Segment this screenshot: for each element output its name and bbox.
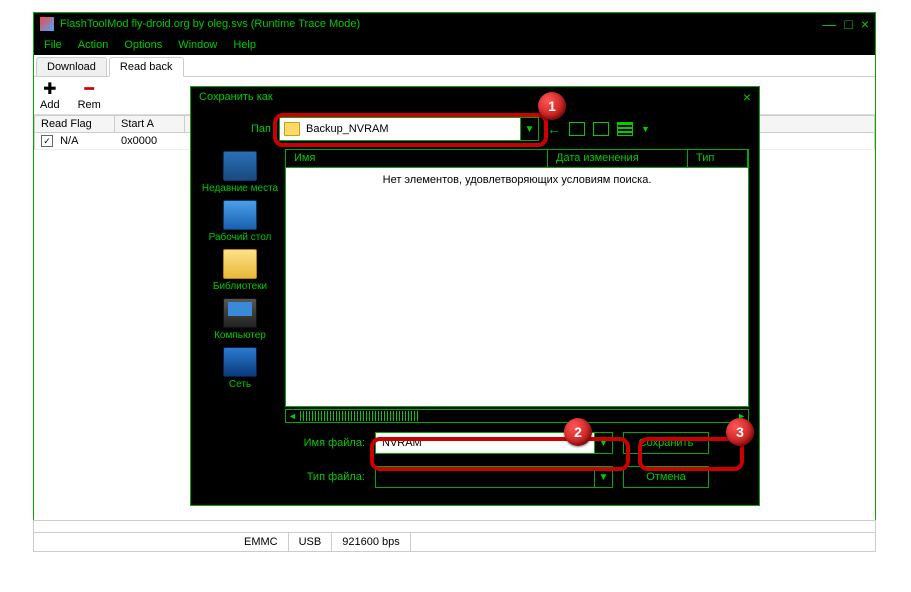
chevron-down-icon[interactable]: ▼	[594, 467, 612, 487]
minimize-button[interactable]: —	[822, 16, 836, 32]
sidebar-computer[interactable]: Компьютер	[214, 298, 266, 341]
tab-download[interactable]: Download	[36, 57, 107, 76]
tab-readback[interactable]: Read back	[109, 57, 184, 77]
col-startaddr[interactable]: Start A	[115, 116, 185, 132]
menu-help[interactable]: Help	[233, 39, 256, 51]
view-dropdown-icon[interactable]: ▼	[641, 124, 650, 134]
scrollbar-thumb[interactable]	[300, 411, 420, 421]
filename-value: NVRAM	[382, 437, 422, 449]
menu-action[interactable]: Action	[78, 39, 109, 51]
sidebar-recent-label: Недавние места	[202, 183, 278, 194]
col-readflag[interactable]: Read Flag	[35, 116, 115, 132]
remove-button[interactable]: ━ Rem	[78, 81, 101, 111]
maximize-button[interactable]: □	[844, 16, 852, 32]
filetype-label: Тип файла:	[285, 471, 365, 483]
sidebar-desktop-label: Рабочий стол	[209, 232, 272, 243]
menu-options[interactable]: Options	[124, 39, 162, 51]
view-mode-icon[interactable]	[617, 122, 633, 136]
row-start: 0x0000	[115, 133, 185, 149]
sidebar-recent[interactable]: Недавние места	[202, 151, 278, 194]
file-list-area: Имя Дата изменения Тип Нет элементов, уд…	[285, 149, 749, 407]
app-titlebar: FlashToolMod fly-droid.org by oleg.svs (…	[34, 13, 875, 35]
filehdr-type[interactable]: Тип	[688, 150, 748, 167]
callout-badge-1: 1	[538, 92, 566, 120]
folder-value: Backup_NVRAM	[306, 123, 389, 135]
sidebar-libraries[interactable]: Библиотеки	[213, 249, 267, 292]
app-icon	[40, 17, 54, 31]
status-bar: EMMC USB 921600 bps	[33, 520, 876, 552]
status-storage: EMMC	[234, 533, 289, 551]
new-folder-icon[interactable]	[593, 122, 609, 136]
chevron-down-icon[interactable]: ▼	[520, 118, 538, 140]
network-icon	[223, 347, 257, 377]
recent-places-icon	[223, 151, 257, 181]
close-button[interactable]: ×	[861, 16, 869, 32]
minus-icon: ━	[80, 81, 98, 99]
folder-combo[interactable]: Backup_NVRAM ▼	[279, 117, 539, 141]
add-button[interactable]: ✚ Add	[40, 81, 60, 111]
app-menubar: File Action Options Window Help	[34, 35, 875, 55]
back-icon[interactable]: ←	[547, 121, 561, 137]
filename-label: Имя файла:	[285, 437, 365, 449]
desktop-icon	[223, 200, 257, 230]
add-label: Add	[40, 99, 60, 111]
libraries-icon	[223, 249, 257, 279]
filetype-combo[interactable]: ▼	[375, 466, 613, 488]
dialog-title: Сохранить как	[199, 91, 273, 103]
remove-label: Rem	[78, 99, 101, 111]
horizontal-scrollbar[interactable]	[285, 409, 749, 423]
plus-icon: ✚	[41, 81, 59, 99]
sidebar-computer-label: Компьютер	[214, 330, 266, 341]
status-baud: 921600 bps	[332, 533, 411, 551]
up-folder-icon[interactable]	[569, 122, 585, 136]
menu-file[interactable]: File	[44, 39, 62, 51]
sidebar-desktop[interactable]: Рабочий стол	[209, 200, 272, 243]
menu-window[interactable]: Window	[178, 39, 217, 51]
computer-icon	[223, 298, 257, 328]
callout-badge-3: 3	[726, 418, 754, 446]
row-flag: N/A	[60, 135, 78, 147]
callout-badge-2: 2	[564, 418, 592, 446]
folder-icon	[284, 122, 300, 136]
sidebar-network[interactable]: Сеть	[223, 347, 257, 390]
save-button[interactable]: Сохранить	[623, 432, 709, 454]
chevron-down-icon[interactable]: ▼	[594, 433, 612, 453]
dialog-close-button[interactable]: ×	[743, 89, 751, 105]
sidebar-libraries-label: Библиотеки	[213, 281, 267, 292]
status-conn: USB	[289, 533, 333, 551]
app-title: FlashToolMod fly-droid.org by oleg.svs (…	[60, 18, 822, 30]
filehdr-date[interactable]: Дата изменения	[548, 150, 688, 167]
sidebar-network-label: Сеть	[229, 379, 251, 390]
cancel-button[interactable]: Отмена	[623, 466, 709, 488]
filehdr-name[interactable]: Имя	[286, 150, 548, 167]
checkbox-icon[interactable]: ✓	[41, 135, 53, 147]
save-dialog: Сохранить как × Пап Backup_NVRAM ▼ ← ▼	[190, 86, 760, 506]
folder-label: Пап	[201, 123, 271, 135]
file-list-empty: Нет элементов, удовлетворяющих условиям …	[286, 168, 748, 406]
